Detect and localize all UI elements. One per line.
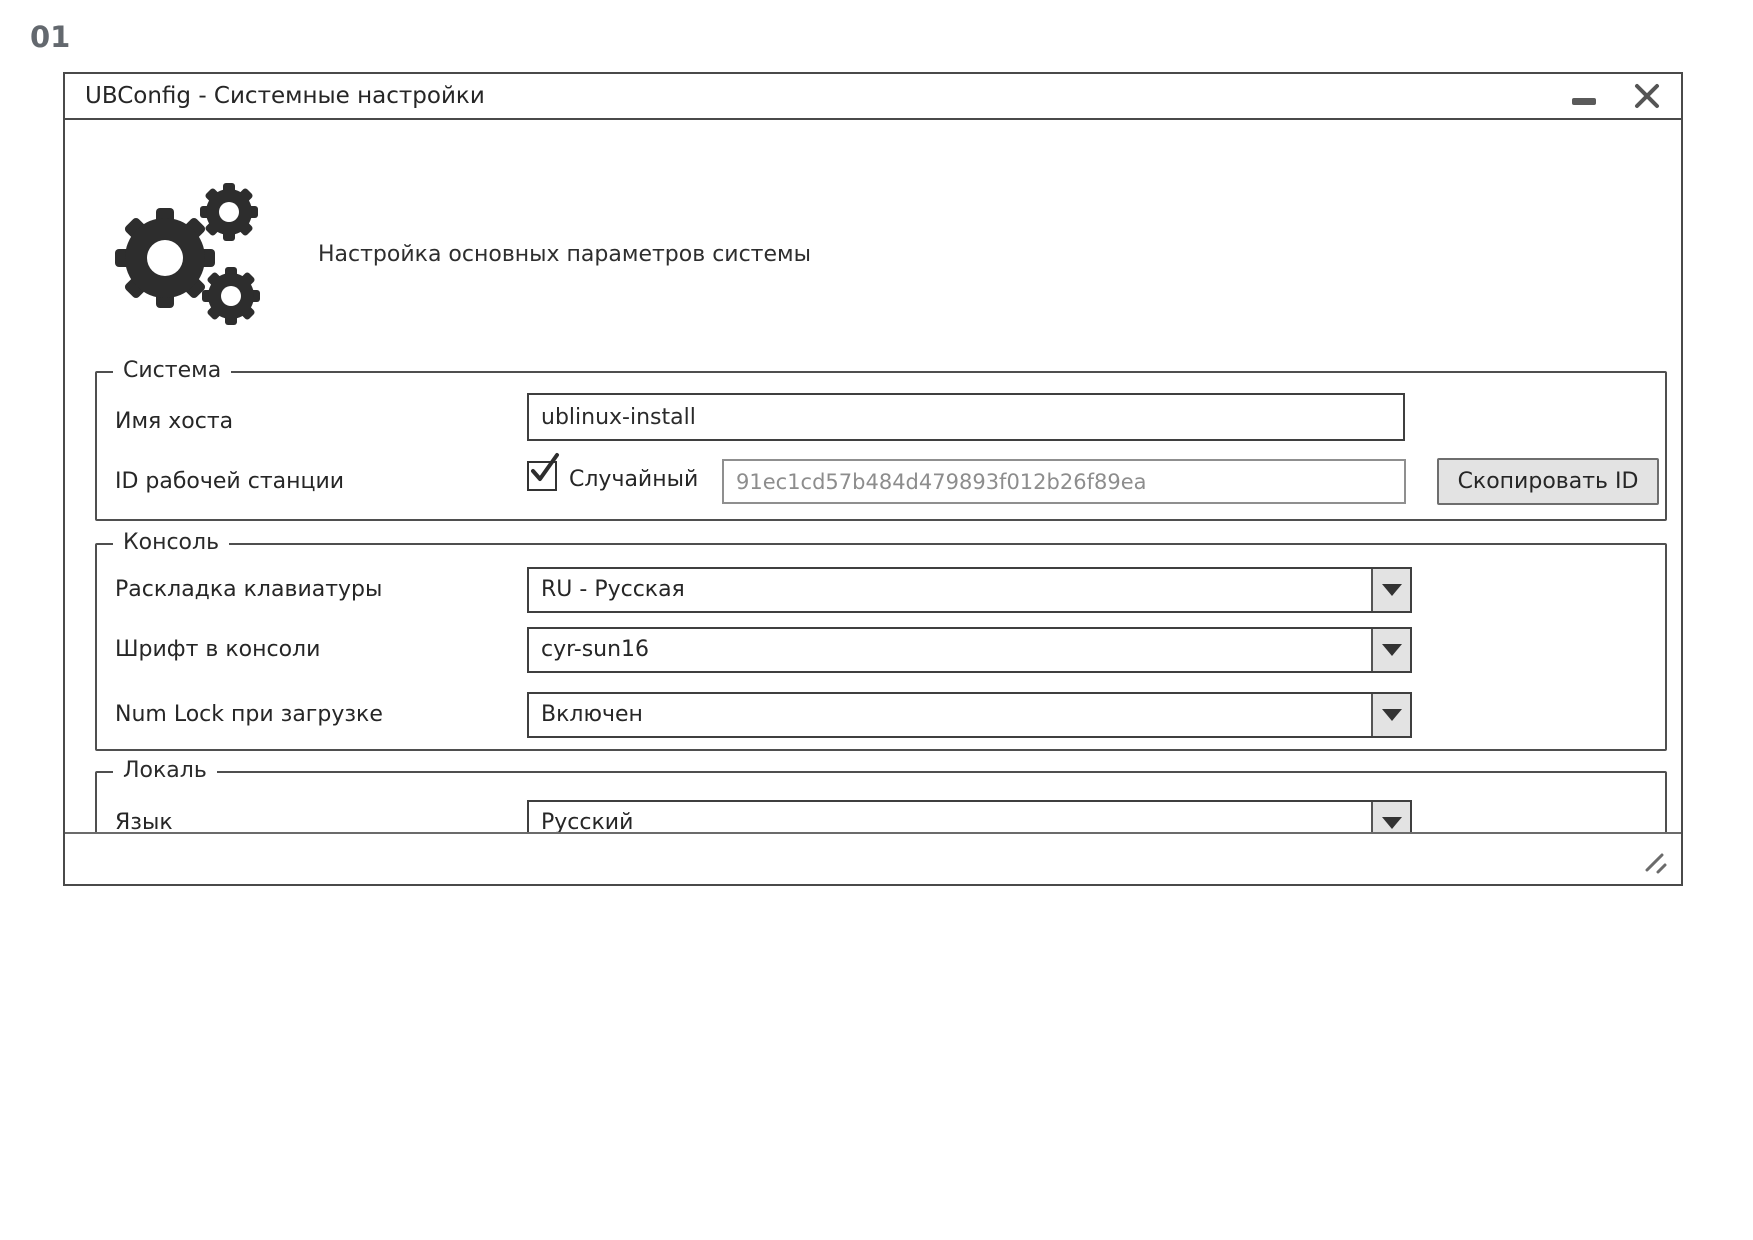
window-body: Настройка основных параметров системы Си…: [65, 120, 1681, 884]
station-id-label: ID рабочей станции: [115, 469, 345, 494]
hostname-label: Имя хоста: [115, 409, 234, 434]
resize-grip-icon[interactable]: [1643, 850, 1669, 876]
chevron-down-icon[interactable]: [1371, 569, 1410, 611]
title-bar: UBConfig - Системные настройки: [65, 74, 1681, 120]
random-id-checkbox-label[interactable]: Случайный: [569, 467, 698, 492]
minimize-icon: [1572, 97, 1596, 105]
group-console: Консоль Раскладка клавиатуры RU - Русска…: [95, 530, 1667, 751]
numlock-select[interactable]: Включен: [527, 692, 1412, 738]
console-font-select[interactable]: cyr-sun16: [527, 627, 1412, 673]
minimize-button[interactable]: [1571, 83, 1597, 109]
hostname-input[interactable]: [527, 393, 1405, 441]
keyboard-layout-value: RU - Русская: [541, 577, 685, 602]
close-icon: [1635, 84, 1659, 108]
station-id-input[interactable]: [722, 459, 1406, 504]
ubconfig-window: UBConfig - Системные настройки Настройка…: [63, 72, 1683, 886]
close-button[interactable]: [1633, 82, 1661, 110]
random-id-checkbox[interactable]: [527, 453, 559, 491]
checkmark-icon: [531, 453, 559, 481]
window-description: Настройка основных параметров системы: [318, 242, 812, 267]
window-title: UBConfig - Системные настройки: [85, 83, 485, 109]
keyboard-layout-label: Раскладка клавиатуры: [115, 577, 383, 602]
page-number-label: 01: [30, 20, 71, 54]
group-system: Система Имя хоста ID рабочей станции Слу…: [95, 358, 1667, 521]
chevron-down-icon[interactable]: [1371, 629, 1410, 671]
status-bar: [65, 832, 1681, 884]
group-locale-legend: Локаль: [113, 758, 217, 783]
console-font-label: Шрифт в консоли: [115, 637, 321, 662]
numlock-value: Включен: [541, 702, 643, 727]
numlock-label: Num Lock при загрузке: [115, 702, 383, 727]
chevron-down-icon[interactable]: [1371, 694, 1410, 736]
gears-icon: [115, 183, 260, 325]
group-system-legend: Система: [113, 358, 232, 383]
keyboard-layout-select[interactable]: RU - Русская: [527, 567, 1412, 613]
copy-id-button[interactable]: Скопировать ID: [1437, 458, 1659, 505]
group-console-legend: Консоль: [113, 530, 230, 555]
console-font-value: cyr-sun16: [541, 637, 650, 662]
window-controls: [1571, 82, 1661, 110]
